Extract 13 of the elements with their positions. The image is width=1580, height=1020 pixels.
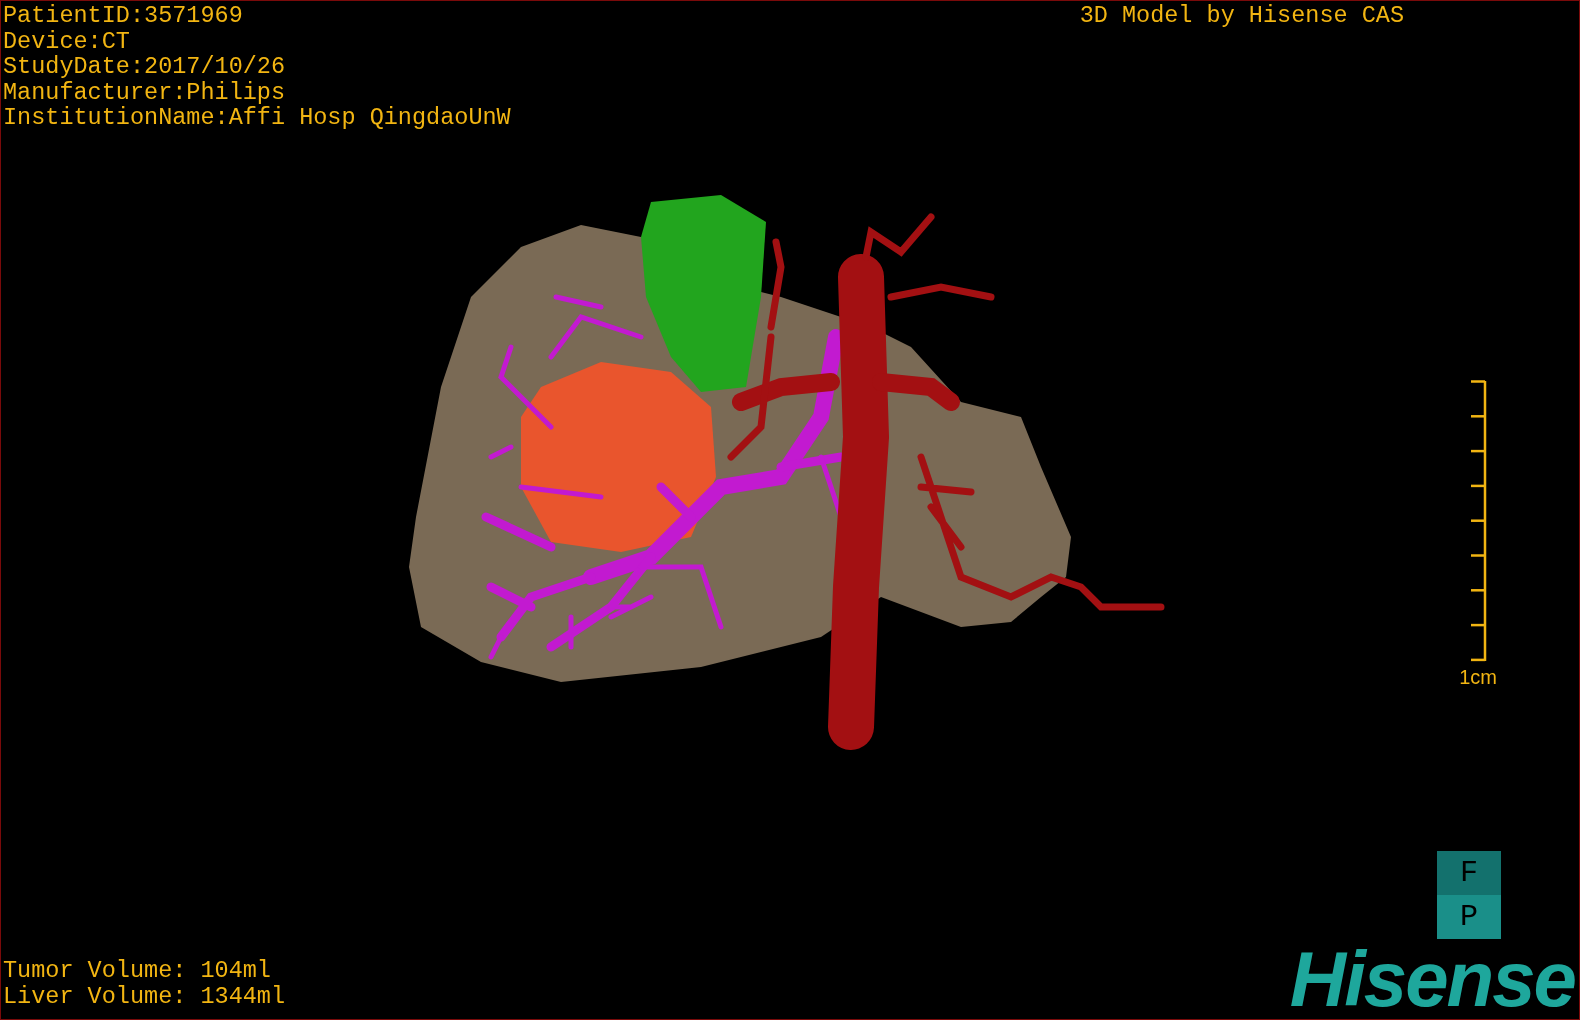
patient-info-line: Device:CT — [3, 28, 131, 54]
scale-bar-icon — [1469, 379, 1489, 662]
model-title: 3D Model by Hisense CAS — [1079, 3, 1404, 31]
patient-info-line: StudyDate:2017/10/26 — [3, 54, 287, 80]
brand-logo: Hisense — [1289, 939, 1576, 1019]
orientation-label: P — [1437, 895, 1501, 939]
patient-info-line: InstitutionName:Affi Hosp QingdaoUnW — [3, 105, 511, 131]
patient-info-line: Manufacturer:Philips — [3, 79, 287, 105]
patient-info-line: PatientID:3571969 — [3, 3, 244, 29]
volume-reading: Liver Volume: 1344ml — [3, 983, 286, 1009]
volume-reading: Tumor Volume: 104ml — [3, 958, 272, 984]
orientation-label: F — [1437, 851, 1501, 895]
scale-label: 1cm — [1459, 665, 1497, 689]
